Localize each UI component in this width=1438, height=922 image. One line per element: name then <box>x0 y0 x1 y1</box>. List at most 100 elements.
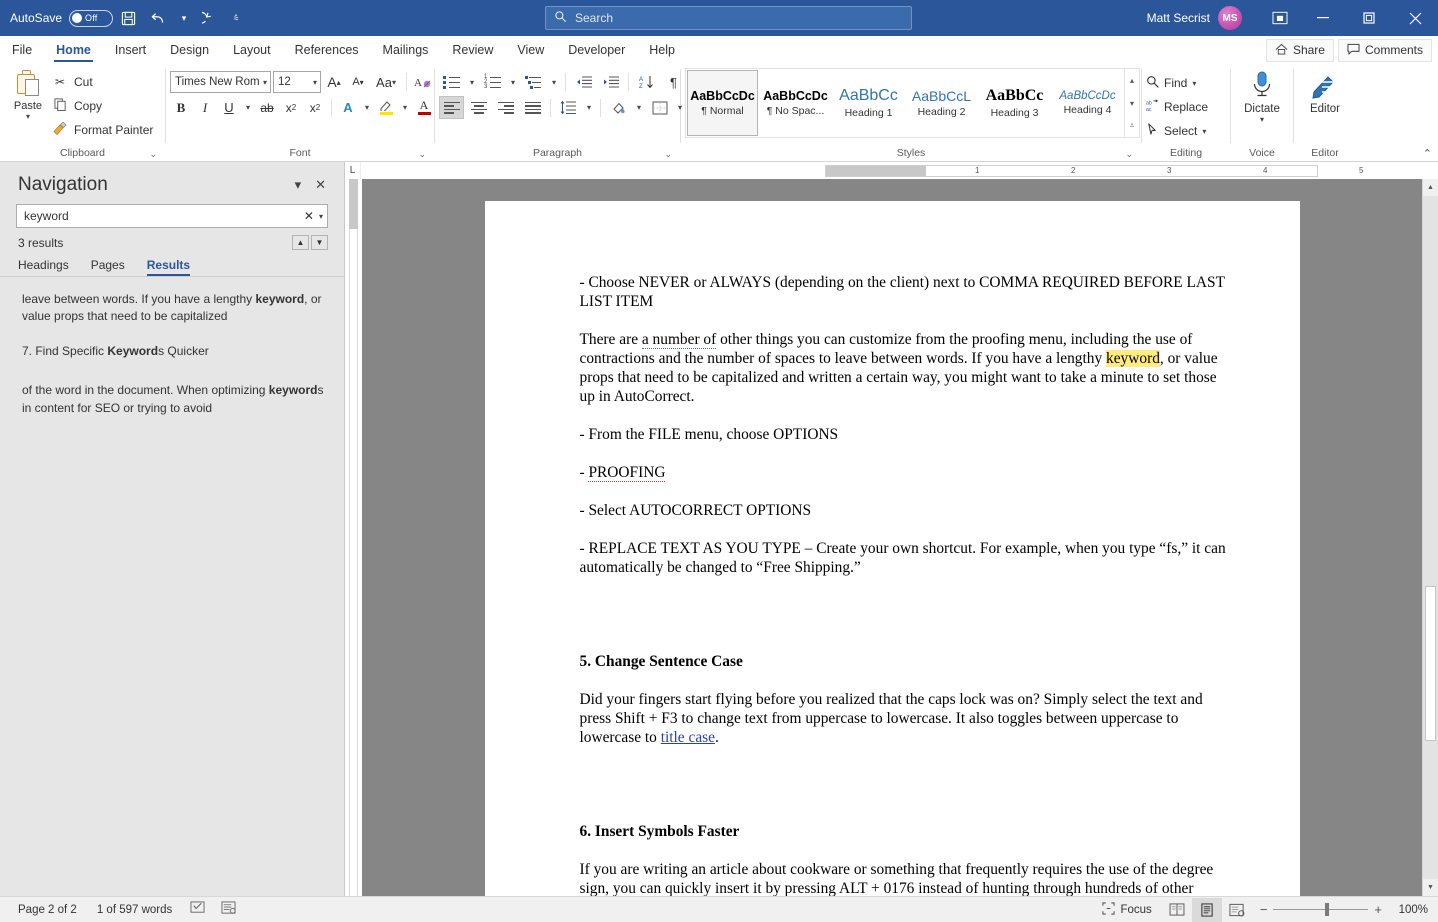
find-chevron-down-icon[interactable]: ▾ <box>1192 79 1196 88</box>
style-item-heading-3[interactable]: AaBbCс Heading 3 <box>979 70 1050 136</box>
autosave-toggle[interactable]: Off <box>69 10 113 27</box>
font-size-combo[interactable]: 12 ▾ <box>273 71 321 93</box>
clear-search-icon[interactable]: ✕ <box>299 209 319 223</box>
numbering-icon[interactable]: 123 <box>480 71 505 94</box>
replace-button[interactable]: abac Replace <box>1146 96 1208 118</box>
multilevel-list-icon[interactable] <box>521 71 546 94</box>
tab-file[interactable]: File <box>0 36 44 64</box>
grow-font-icon[interactable]: A▴ <box>323 71 345 94</box>
redo-icon[interactable] <box>195 4 225 32</box>
sort-icon[interactable]: AZ <box>634 71 659 94</box>
dictate-chevron-down-icon[interactable]: ▾ <box>1260 115 1264 124</box>
underline-icon[interactable]: U <box>218 96 240 119</box>
decrease-indent-icon[interactable] <box>571 71 596 94</box>
zoom-slider[interactable]: − + <box>1252 902 1390 917</box>
left-tab-stop-icon[interactable]: L <box>345 162 361 179</box>
tab-design[interactable]: Design <box>158 36 221 64</box>
zoom-level[interactable]: 100% <box>1390 904 1428 916</box>
previous-result-icon[interactable]: ▲ <box>292 235 309 250</box>
tab-layout[interactable]: Layout <box>221 36 283 64</box>
list-item[interactable]: leave between words. If you have a lengt… <box>22 291 326 326</box>
paste-dropdown-icon[interactable]: ▾ <box>26 112 30 121</box>
editor-button[interactable]: Editor <box>1299 68 1351 115</box>
vertical-ruler[interactable] <box>345 179 362 896</box>
share-button[interactable]: Share <box>1266 39 1334 62</box>
document-page[interactable]: - Choose NEVER or ALWAYS (depending on t… <box>485 201 1300 896</box>
styles-gallery[interactable]: AaBbCcDc ¶ Normal AaBbCcDc ¶ No Spac... … <box>685 68 1140 138</box>
minimize-icon[interactable] <box>1300 0 1346 36</box>
paragraph[interactable]: - From the FILE menu, choose OPTIONS <box>580 425 1228 444</box>
accessibility-checker-icon[interactable] <box>213 901 244 918</box>
scrollbar-track[interactable] <box>1423 196 1438 879</box>
paragraph-dialog-launcher-icon[interactable]: ⌄ <box>664 149 672 160</box>
tab-mailings[interactable]: Mailings <box>371 36 441 64</box>
avatar[interactable]: MS <box>1218 6 1242 30</box>
tab-references[interactable]: References <box>283 36 371 64</box>
heading[interactable]: 6. Insert Symbols Faster <box>580 822 1228 841</box>
clipboard-dialog-launcher-icon[interactable]: ⌄ <box>149 149 157 160</box>
list-item[interactable]: 7. Find Specific Keywords Quicker <box>22 343 326 360</box>
align-right-icon[interactable] <box>493 96 518 119</box>
styles-scroll-up-icon[interactable]: ▴ <box>1125 69 1139 91</box>
search-input[interactable]: Search <box>545 6 912 30</box>
ribbon-display-options-icon[interactable] <box>1260 0 1300 36</box>
paragraph[interactable]: - REPLACE TEXT AS YOU TYPE – Create your… <box>580 539 1228 577</box>
style-item-no-spacing[interactable]: AaBbCcDc ¶ No Spac... <box>760 70 831 136</box>
tab-review[interactable]: Review <box>440 36 505 64</box>
collapse-ribbon-icon[interactable]: ⌃ <box>1423 147 1432 160</box>
text-effects-chevron-down-icon[interactable]: ▾ <box>361 96 373 119</box>
numbering-chevron-down-icon[interactable]: ▾ <box>507 71 519 94</box>
line-spacing-icon[interactable] <box>556 96 581 119</box>
font-name-chevron-down-icon[interactable]: ▾ <box>263 78 267 87</box>
paragraph[interactable]: - Choose NEVER or ALWAYS (depending on t… <box>580 273 1228 311</box>
customize-qat-icon[interactable]: ⩯ <box>225 4 247 32</box>
align-left-icon[interactable] <box>439 96 464 119</box>
vertical-scrollbar[interactable]: ▲ ▼ <box>1422 179 1438 896</box>
zoom-in-icon[interactable]: + <box>1374 902 1382 917</box>
save-icon[interactable] <box>113 4 143 32</box>
comments-button[interactable]: Comments <box>1338 39 1432 62</box>
focus-button[interactable]: Focus <box>1092 902 1161 918</box>
bold-icon[interactable]: B <box>170 96 192 119</box>
borders-icon[interactable] <box>647 96 672 119</box>
print-layout-icon[interactable] <box>1192 898 1222 922</box>
underline-chevron-down-icon[interactable]: ▾ <box>242 96 254 119</box>
chevron-down-icon[interactable]: ▾ <box>295 177 302 193</box>
list-item[interactable]: of the word in the document. When optimi… <box>22 382 326 417</box>
tab-help[interactable]: Help <box>637 36 687 64</box>
search-options-icon[interactable]: ▾ <box>319 212 323 221</box>
style-item-heading-1[interactable]: AaBbCс Heading 1 <box>833 70 904 136</box>
find-button[interactable]: Find ▾ <box>1146 72 1196 94</box>
bullets-chevron-down-icon[interactable]: ▾ <box>466 71 478 94</box>
styles-more-icon[interactable]: ⩡ <box>1125 115 1139 137</box>
increase-indent-icon[interactable] <box>598 71 623 94</box>
web-layout-icon[interactable] <box>1222 898 1252 922</box>
style-item-heading-4[interactable]: AaBbCcDc Heading 4 <box>1052 70 1123 136</box>
align-center-icon[interactable] <box>466 96 491 119</box>
copy-button[interactable]: Copy <box>52 95 153 116</box>
tab-view[interactable]: View <box>505 36 556 64</box>
undo-icon[interactable] <box>143 4 173 32</box>
paragraph[interactable]: - PROOFING <box>580 463 1228 482</box>
multilevel-chevron-down-icon[interactable]: ▾ <box>548 71 560 94</box>
tab-developer[interactable]: Developer <box>556 36 637 64</box>
nav-tab-headings[interactable]: Headings <box>18 258 69 276</box>
paragraph[interactable]: - Select AUTOCORRECT OPTIONS <box>580 501 1228 520</box>
document-canvas[interactable]: - Choose NEVER or ALWAYS (depending on t… <box>362 179 1422 896</box>
shrink-font-icon[interactable]: A▾ <box>347 71 369 94</box>
tab-insert[interactable]: Insert <box>103 36 158 64</box>
horizontal-ruler[interactable]: L 1 2 3 4 5 6 7 <box>345 162 1438 179</box>
styles-dialog-launcher-icon[interactable]: ⌄ <box>1125 149 1133 160</box>
paragraph[interactable]: If you are writing an article about cook… <box>580 860 1228 896</box>
styles-gallery-scroll[interactable]: ▴ ▾ ⩡ <box>1124 69 1139 137</box>
word-count[interactable]: 1 of 597 words <box>87 904 182 916</box>
close-icon[interactable] <box>1392 0 1438 36</box>
format-painter-button[interactable]: Format Painter <box>52 119 153 140</box>
scroll-down-icon[interactable]: ▼ <box>1423 879 1438 896</box>
justify-icon[interactable] <box>520 96 545 119</box>
paragraph[interactable]: There are a number of other things you c… <box>580 330 1228 406</box>
zoom-out-icon[interactable]: − <box>1260 902 1268 917</box>
style-item-normal[interactable]: AaBbCcDc ¶ Normal <box>687 70 758 136</box>
change-case-icon[interactable]: Aa▾ <box>371 71 401 94</box>
spelling-grammar-check-icon[interactable] <box>182 901 213 918</box>
